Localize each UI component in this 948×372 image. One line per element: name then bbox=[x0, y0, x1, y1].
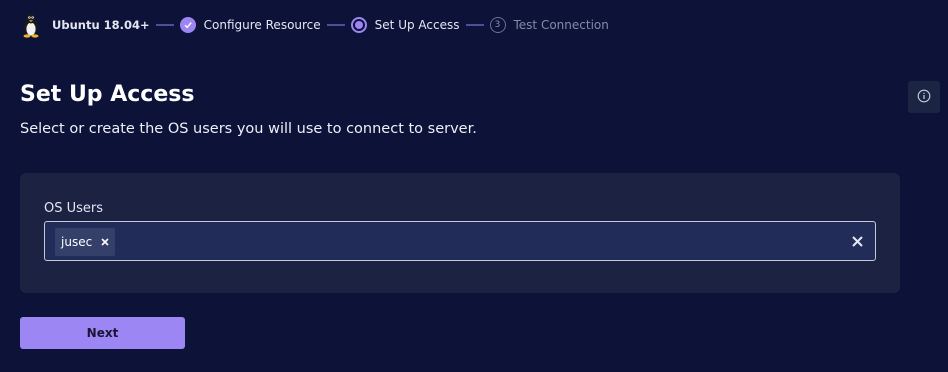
close-icon[interactable] bbox=[101, 238, 109, 246]
os-users-label: OS Users bbox=[44, 201, 104, 216]
chip-label: jusec bbox=[61, 235, 93, 249]
step-connector bbox=[465, 24, 484, 26]
step-connector bbox=[326, 24, 345, 26]
step-number: 3 bbox=[489, 17, 506, 33]
step-label: Set Up Access bbox=[374, 18, 460, 32]
info-button[interactable] bbox=[908, 81, 940, 113]
step-label: Configure Resource bbox=[203, 18, 321, 32]
selected-user-chip: jusec bbox=[55, 228, 116, 256]
next-button[interactable]: Next bbox=[20, 317, 185, 349]
os-users-select[interactable]: jusec bbox=[44, 221, 876, 261]
step-connector bbox=[155, 24, 174, 26]
tux-penguin-icon bbox=[20, 12, 42, 38]
page-title: Set Up Access bbox=[20, 82, 195, 107]
step-label: Test Connection bbox=[513, 18, 609, 32]
step-test-connection[interactable]: 3 Test Connection bbox=[489, 17, 609, 33]
active-step-indicator bbox=[350, 17, 367, 33]
stepper: Ubuntu 18.04+ Configure Resource Set Up … bbox=[20, 12, 609, 38]
step-set-up-access[interactable]: Set Up Access bbox=[350, 17, 460, 33]
check-icon bbox=[179, 17, 196, 33]
os-users-card: OS Users jusec bbox=[20, 173, 900, 293]
step-configure-resource[interactable]: Configure Resource bbox=[179, 17, 321, 33]
os-name: Ubuntu 18.04+ bbox=[52, 18, 150, 32]
clear-all-icon[interactable] bbox=[851, 235, 863, 247]
info-icon bbox=[917, 88, 931, 107]
page-subtitle: Select or create the OS users you will u… bbox=[20, 121, 477, 137]
